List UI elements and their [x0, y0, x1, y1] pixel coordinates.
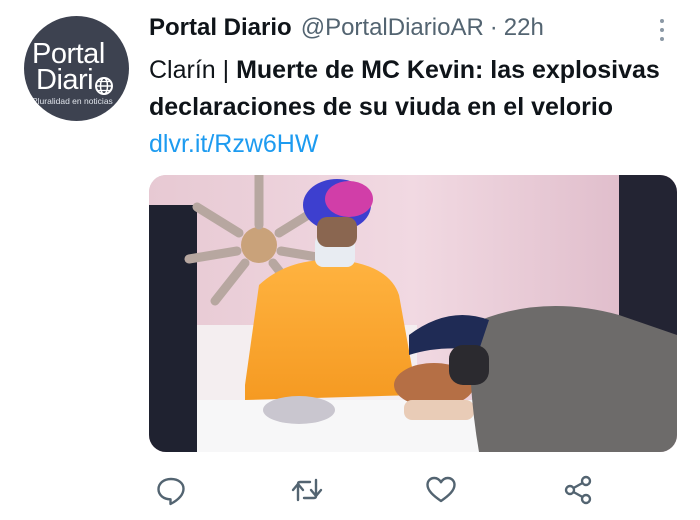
timestamp[interactable]: 22h — [504, 14, 544, 42]
action-bar — [149, 473, 689, 507]
tweet-link[interactable]: dlvr.it/Rzw6HW — [149, 130, 318, 158]
photo-image — [149, 175, 677, 452]
separator: · — [489, 14, 498, 41]
avatar-tagline: Pluralidad en noticias — [32, 96, 113, 106]
globe-icon — [94, 71, 114, 95]
tweet-source: Clarín | — [149, 56, 237, 84]
speech-bubble-icon — [157, 477, 185, 506]
tweet-media-photo[interactable] — [149, 175, 677, 452]
avatar[interactable]: Portal Diari Pluralidad en noticias — [24, 16, 129, 121]
heart-icon — [426, 476, 456, 503]
reply-button[interactable] — [154, 473, 188, 507]
share-button[interactable] — [561, 473, 595, 507]
account-name[interactable]: Portal Diario — [149, 14, 292, 42]
tweet-text: Clarín | Muerte de MC Kevin: las explosi… — [149, 52, 689, 163]
account-handle[interactable]: @PortalDiarioAR — [301, 14, 484, 42]
avatar-logo-line2: Diari — [36, 64, 114, 97]
more-options-icon[interactable] — [654, 16, 670, 42]
share-nodes-icon — [564, 475, 592, 505]
tweet-header: Portal Diario @PortalDiarioAR · 22h — [149, 14, 544, 44]
retweet-button[interactable] — [290, 473, 324, 507]
tweet[interactable]: Portal Diari Pluralidad en noticias Port… — [0, 0, 700, 520]
avatar-logo-word: Diari — [36, 64, 94, 96]
like-button[interactable] — [424, 473, 458, 507]
retweet-icon — [291, 478, 323, 502]
